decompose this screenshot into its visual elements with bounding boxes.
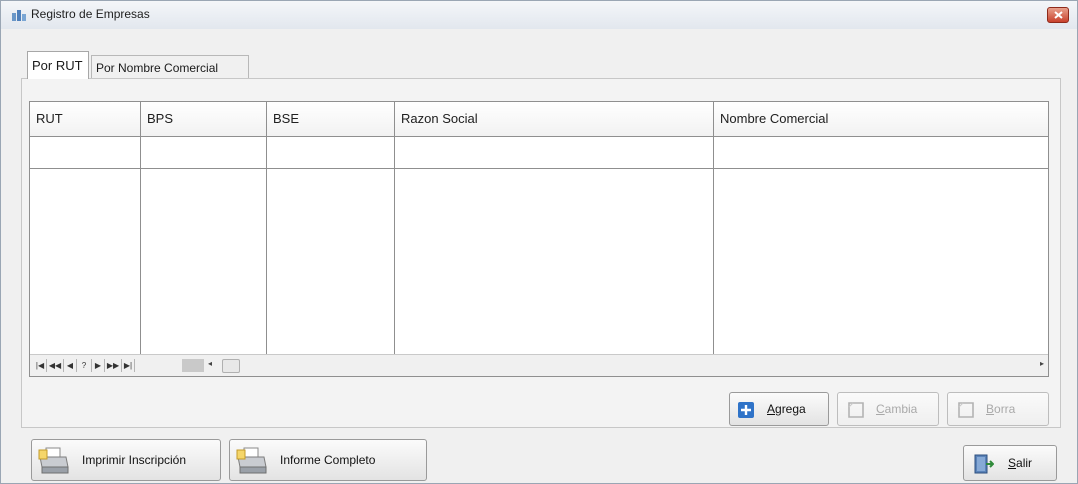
title-bar: Registro de Empresas [1,1,1077,29]
nav-prev-page-button[interactable]: ◀◀ [47,359,64,372]
column-divider [140,102,141,354]
new-row-divider [30,168,1048,169]
column-header-bse[interactable]: BSE [267,102,394,136]
imprimir-inscripcion-button[interactable]: Imprimir Inscripción [31,439,221,481]
printer-icon [38,447,69,474]
salir-button[interactable]: Salir [963,445,1057,481]
informe-completo-button[interactable]: Informe Completo [229,439,427,481]
salir-label: Salir [1008,456,1033,470]
tab-por-nombre-comercial[interactable]: Por Nombre Comercial [91,55,249,79]
column-header-rut[interactable]: RUT [30,102,140,136]
scroll-right-arrow-icon[interactable]: ▸ [1040,359,1044,368]
printer-icon [236,447,267,474]
nav-prev-button[interactable]: ◀ [64,359,77,372]
blank-document-icon [958,402,974,418]
borra-label: Borra [986,402,1016,416]
app-icon [12,10,26,21]
close-icon [1054,11,1063,19]
nav-first-button[interactable]: |◀ [34,359,47,372]
companies-grid[interactable]: RUT BPS BSE Razon Social Nombre Comercia… [29,101,1049,377]
exit-door-icon [974,454,994,474]
column-divider [394,102,395,354]
grid-navigator: |◀ ◀◀ ◀ ? ▶ ▶▶ ▶| ◂ ▸ [30,354,1048,376]
plus-icon [738,402,754,418]
cambia-button[interactable]: Cambia [837,392,939,426]
scroll-left-arrow-icon[interactable]: ◂ [208,359,212,368]
borra-button[interactable]: Borra [947,392,1049,426]
cambia-label: Cambia [876,402,918,416]
registro-empresas-window: Registro de Empresas Por RUT Por Nombre … [0,0,1078,484]
blank-document-icon [848,402,864,418]
nav-filler [182,359,204,372]
nav-next-page-button[interactable]: ▶▶ [105,359,122,372]
informe-completo-label: Informe Completo [280,453,376,467]
agrega-button[interactable]: Agrega [729,392,829,426]
window-title: Registro de Empresas [31,7,150,21]
grid-header: RUT BPS BSE Razon Social Nombre Comercia… [30,102,1048,137]
nav-last-button[interactable]: ▶| [122,359,135,372]
tab-por-rut[interactable]: Por RUT [27,51,89,79]
column-header-bps[interactable]: BPS [141,102,266,136]
column-divider [713,102,714,354]
nav-position-label: ? [77,359,92,372]
horizontal-scroll-thumb[interactable] [222,359,240,373]
close-button[interactable] [1047,7,1069,23]
agrega-label: Agrega [767,402,806,416]
nav-next-button[interactable]: ▶ [92,359,105,372]
imprimir-inscripcion-label: Imprimir Inscripción [82,453,187,467]
column-header-razon-social[interactable]: Razon Social [395,102,713,136]
column-divider [266,102,267,354]
column-header-nombre-comercial[interactable]: Nombre Comercial [714,102,1048,136]
